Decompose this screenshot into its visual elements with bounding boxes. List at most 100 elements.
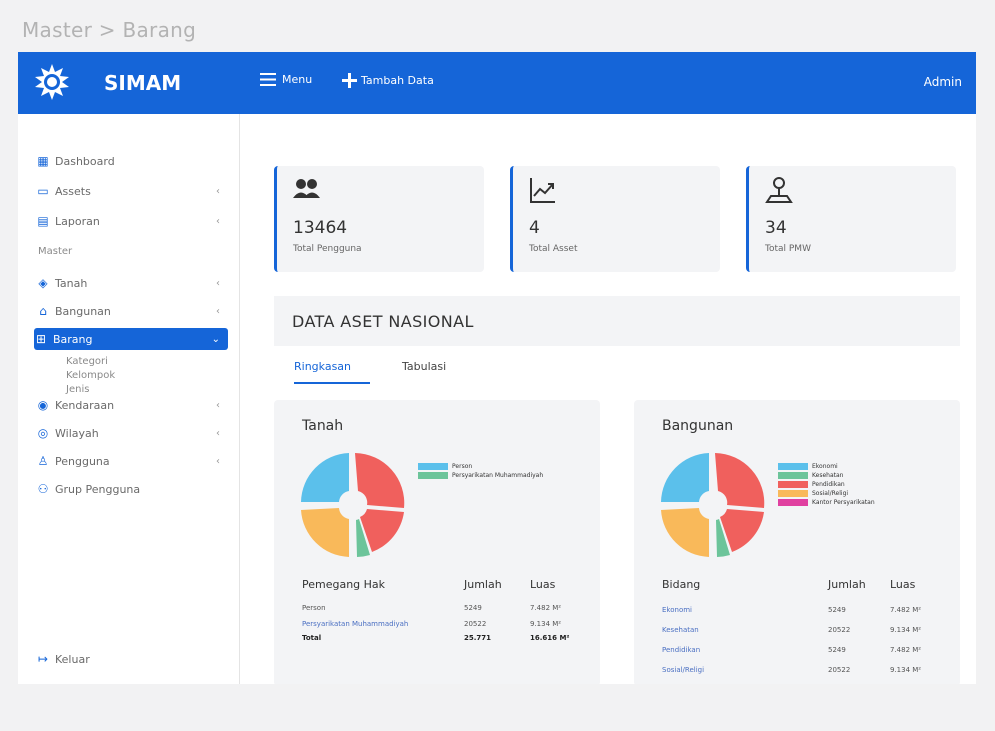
map-pin-icon: ◎ xyxy=(37,426,49,440)
sidebar: ▦ Dashboard ▭ Assets ‹ ▤ Laporan ‹ Maste… xyxy=(18,114,240,684)
table-cell: 5249 xyxy=(828,646,846,654)
legend-item: Kesehatan xyxy=(778,471,875,479)
bangunan-legend: Ekonomi Kesehatan Pendidikan Sosial/Reli… xyxy=(778,462,875,507)
legend-swatch xyxy=(778,471,808,479)
sidebar-item-label: Laporan xyxy=(55,214,100,228)
tab-tabulasi[interactable]: Tabulasi xyxy=(402,360,446,373)
chevron-down-icon: ⌄ xyxy=(211,333,220,345)
table-total-jumlah: 25.771 xyxy=(464,634,492,642)
menu-button[interactable]: Menu xyxy=(260,73,312,86)
stat-label: Total Asset xyxy=(529,244,578,254)
sidebar-item-grup-pengguna[interactable]: ⚇ Grup Pengguna xyxy=(36,478,228,500)
stat-label: Total Pengguna xyxy=(293,244,362,254)
donut-segment xyxy=(301,453,349,502)
legend-label: Persyarikatan Muhammadiyah xyxy=(452,471,544,479)
trend-chart-icon xyxy=(530,178,555,203)
chevron-left-icon: ‹ xyxy=(216,427,220,439)
sidebar-subitem-kelompok[interactable]: Kelompok xyxy=(66,370,115,381)
table-cell: 20522 xyxy=(828,666,851,674)
add-data-button[interactable]: Tambah Data xyxy=(342,73,434,88)
legend-label: Person xyxy=(452,462,473,470)
legend-item: Kantor Persyarikatan xyxy=(778,498,875,506)
dashboard-icon: ▦ xyxy=(37,154,49,168)
bangunan-donut-chart xyxy=(661,453,765,557)
sidebar-item-laporan[interactable]: ▤ Laporan ‹ xyxy=(36,210,228,232)
plus-icon xyxy=(342,73,357,88)
sidebar-item-label: Pengguna xyxy=(55,454,110,468)
legend-label: Sosial/Religi xyxy=(812,489,849,497)
table-cell-link[interactable]: Pendidikan xyxy=(662,646,700,654)
table-cell: 9.134 M² xyxy=(890,626,922,634)
logo-icon xyxy=(35,64,69,100)
sidebar-item-label: Dashboard xyxy=(55,154,115,168)
legend-swatch xyxy=(778,498,808,506)
card-title: Tanah xyxy=(302,418,344,434)
sidebar-item-barang[interactable]: ⊞ Barang ⌄ xyxy=(34,328,228,350)
user-menu[interactable]: Admin xyxy=(924,75,962,89)
user-icon: ♙ xyxy=(37,454,49,468)
sidebar-item-assets[interactable]: ▭ Assets ‹ xyxy=(36,180,228,202)
users-icon xyxy=(293,179,320,198)
stat-value: 4 xyxy=(529,218,540,238)
table-cell-link[interactable]: Sosial/Religi xyxy=(662,666,704,674)
hamburger-icon xyxy=(260,73,276,86)
table-cell: 5249 xyxy=(464,604,482,612)
tab-ringkasan[interactable]: Ringkasan xyxy=(294,360,351,373)
legend-swatch xyxy=(778,480,808,488)
legend-swatch xyxy=(418,462,448,470)
table-cell-link[interactable]: Ekonomi xyxy=(662,606,692,614)
menu-label: Menu xyxy=(282,73,313,86)
sidebar-item-label: Kendaraan xyxy=(55,398,115,412)
table-cell-link[interactable]: Persyarikatan Muhammadiyah xyxy=(302,620,408,628)
table-header: Bidang xyxy=(662,578,701,591)
main-content: 13464 Total Pengguna 4 Total Asset 34 To… xyxy=(240,114,976,684)
legend-item: Ekonomi xyxy=(778,462,875,470)
users-icon: ⚇ xyxy=(37,482,49,496)
legend-item: Pendidikan xyxy=(778,480,875,488)
legend-label: Pendidikan xyxy=(812,480,845,488)
stat-card-asset: 4 Total Asset xyxy=(510,166,720,272)
chevron-left-icon: ‹ xyxy=(216,455,220,467)
page-caption: Master > Barang xyxy=(22,18,197,42)
table-total-label: Total xyxy=(302,634,322,642)
sidebar-item-wilayah[interactable]: ◎ Wilayah ‹ xyxy=(36,422,228,444)
sidebar-item-kendaraan[interactable]: ◉ Kendaraan ‹ xyxy=(36,394,228,416)
tanah-card: Tanah Person Persyarikatan Muhammadiyah … xyxy=(274,400,600,684)
brand[interactable]: SIMAM xyxy=(18,52,240,114)
table-header: Jumlah xyxy=(464,578,502,591)
sidebar-item-dashboard[interactable]: ▦ Dashboard xyxy=(36,150,228,172)
section-header: DATA ASET NASIONAL xyxy=(274,296,960,346)
table-cell-link[interactable]: Kesehatan xyxy=(662,626,699,634)
home-icon: ⌂ xyxy=(39,304,47,318)
legend-swatch xyxy=(418,471,448,479)
tanah-donut-chart xyxy=(301,453,405,557)
table-header: Jumlah xyxy=(828,578,866,591)
chevron-left-icon: ‹ xyxy=(216,277,220,289)
table-header: Luas xyxy=(890,578,916,591)
sidebar-item-tanah[interactable]: ◈ Tanah ‹ xyxy=(36,272,228,294)
sidebar-item-bangunan[interactable]: ⌂ Bangunan ‹ xyxy=(36,300,228,322)
stat-card-pmw: 34 Total PMW xyxy=(746,166,956,272)
legend-label: Kantor Persyarikatan xyxy=(812,498,875,506)
sidebar-item-label: Keluar xyxy=(55,652,90,666)
sidebar-item-pengguna[interactable]: ♙ Pengguna ‹ xyxy=(36,450,228,472)
table-cell: 5249 xyxy=(828,606,846,614)
legend-swatch xyxy=(778,489,808,497)
table-cell: 7.482 M² xyxy=(530,604,562,612)
table-cell: 20522 xyxy=(464,620,487,628)
tab-underline xyxy=(294,382,370,384)
donut-segment xyxy=(715,453,765,508)
add-data-label: Tambah Data xyxy=(361,74,434,87)
folder-icon: ▭ xyxy=(37,184,49,198)
chevron-left-icon: ‹ xyxy=(216,399,220,411)
sidebar-item-label: Grup Pengguna xyxy=(55,482,141,496)
table-header: Pemegang Hak xyxy=(302,578,386,591)
donut-segment xyxy=(661,508,709,557)
table-cell: Person xyxy=(302,604,326,612)
app-name: SIMAM xyxy=(104,71,182,95)
sidebar-item-keluar[interactable]: ↦ Keluar xyxy=(36,648,228,670)
sidebar-subitem-kategori[interactable]: Kategori xyxy=(66,356,108,367)
car-icon: ◉ xyxy=(37,398,49,412)
top-navbar: SIMAM Menu Tambah Data Admin xyxy=(18,52,976,114)
document-icon: ▤ xyxy=(37,214,49,228)
